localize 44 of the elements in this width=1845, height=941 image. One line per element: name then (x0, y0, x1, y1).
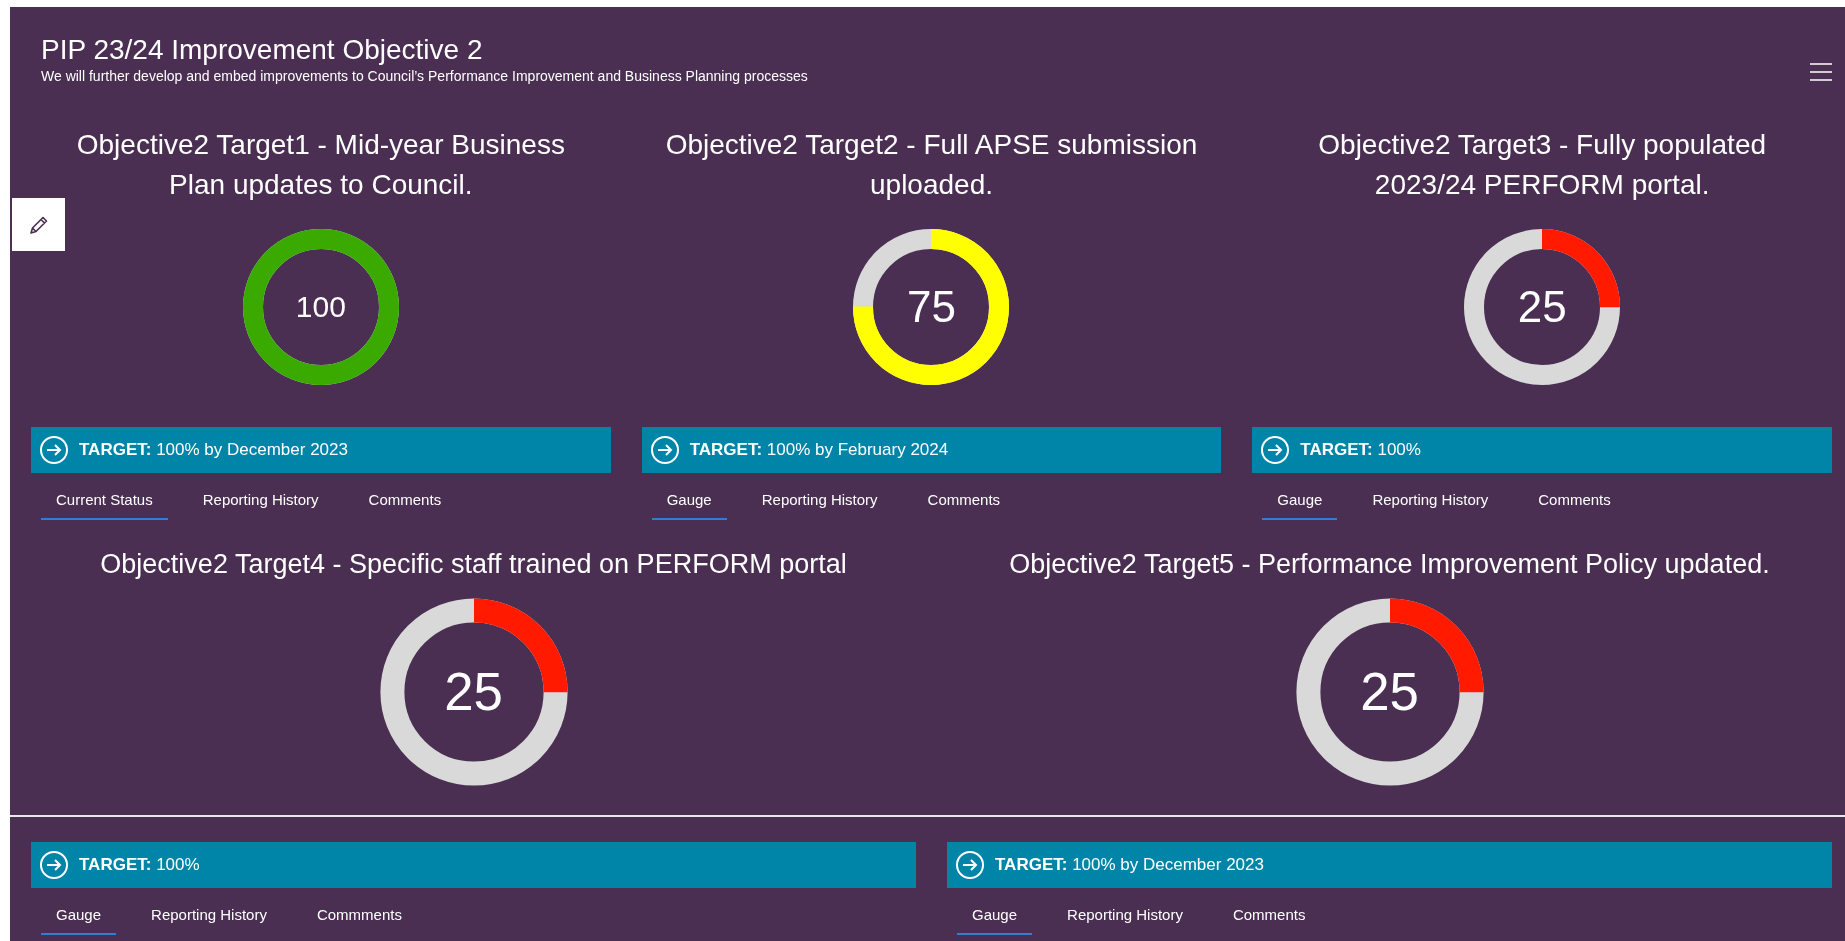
dashboard-subtitle: We will further develop and embed improvements to Council’s Performance Improvement and Business Planning processes (41, 67, 808, 85)
arrow-circle-icon (955, 850, 985, 880)
tab[interactable]: Reporting History (746, 483, 893, 520)
tab[interactable]: Comments (353, 483, 457, 520)
gauge-value: 25 (1360, 665, 1419, 719)
arrow-circle-icon (1260, 435, 1291, 465)
tab[interactable]: Gauge (1262, 483, 1338, 520)
tab[interactable]: Reporting History (1357, 483, 1504, 520)
dashboard-title: PIP 23/24 Improvement Objective 2 (41, 33, 484, 67)
menu-icon[interactable] (1810, 63, 1832, 81)
tab[interactable]: Comments (912, 483, 1016, 520)
target-text: TARGET: 100% (79, 855, 200, 875)
tab[interactable]: Comments (1217, 898, 1321, 935)
tab[interactable]: Comments (1523, 483, 1626, 520)
tab[interactable]: Current Status (41, 483, 168, 520)
target-bar[interactable]: TARGET: 100% by February 2024 (641, 427, 1222, 473)
card-title: Objective2 Target1 - Mid-year Business Plan updates to Council. (75, 128, 566, 202)
arrow-circle-icon (649, 435, 680, 465)
edit-button[interactable] (12, 198, 65, 251)
gauge-value: 25 (444, 665, 503, 719)
target-bar[interactable]: TARGET: 100% by December 2023 (947, 842, 1832, 888)
tab[interactable]: Reporting History (187, 483, 334, 520)
card-title: Objective2 Target2 - Full APSE submission uploaded. (664, 128, 1199, 202)
card-title: Objective2 Target3 - Fully populated 2023/24 PERFORM portal. (1317, 128, 1768, 202)
arrow-circle-icon (39, 435, 69, 465)
card-title: Objective2 Target5 - Performance Improvement Policy updated. (1008, 548, 1771, 581)
target-text: TARGET: 100% by December 2023 (995, 855, 1264, 875)
tab[interactable]: Reporting History (1052, 898, 1198, 935)
tab[interactable]: Gauge (957, 898, 1033, 935)
tab[interactable]: Reporting History (136, 898, 282, 935)
target-bar[interactable]: TARGET: 100% by December 2023 (31, 427, 611, 473)
target-text: TARGET: 100% (1300, 440, 1421, 460)
tab[interactable]: Commments (301, 898, 417, 935)
target-bar[interactable]: TARGET: 100% (31, 842, 916, 888)
gauge-value: 100 (295, 292, 346, 322)
tab[interactable]: Gauge (651, 483, 727, 520)
card-title: Objective2 Target4 - Specific staff trained on PERFORM portal (99, 548, 848, 581)
target-text: TARGET: 100% by December 2023 (79, 440, 348, 460)
gauge-value: 75 (907, 285, 956, 329)
target-bar[interactable]: TARGET: 100% (1252, 427, 1832, 473)
tab[interactable]: Gauge (41, 898, 117, 935)
gauge-value: 25 (1517, 285, 1567, 329)
arrow-circle-icon (39, 850, 69, 880)
target-text: TARGET: 100% by February 2024 (689, 440, 949, 460)
